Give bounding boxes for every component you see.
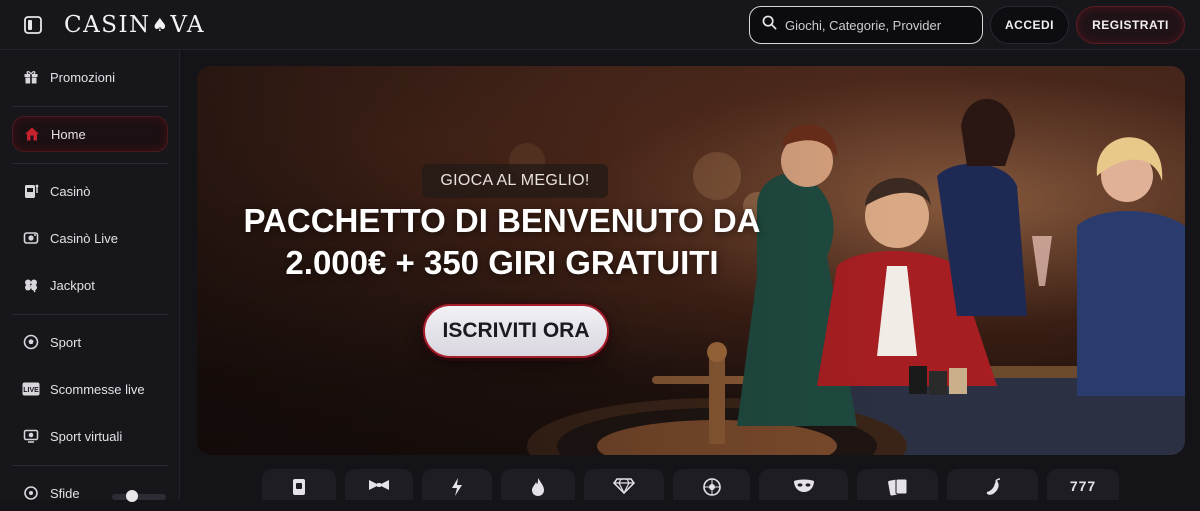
sidebar-item-jackpot[interactable]: Jackpot	[12, 267, 168, 303]
sidebar-item-home[interactable]: Home	[12, 116, 168, 152]
sidebar-scroll-toggle[interactable]	[112, 490, 166, 502]
slot-machine-icon	[22, 182, 40, 200]
login-button[interactable]: ACCEDI	[990, 6, 1069, 44]
hero-headline: PACCHETTO DI BENVENUTO DA 2.000€ + 350 G…	[197, 200, 807, 284]
category-tile-sevens[interactable]: 777	[1047, 469, 1119, 500]
pepper-icon	[984, 478, 1002, 501]
hero-headline-line1: PACCHETTO DI BENVENUTO DA	[243, 202, 761, 239]
hero-banner[interactable]: GIOCA AL MEGLIO! PACCHETTO DI BENVENUTO …	[197, 66, 1185, 455]
lightning-icon	[451, 478, 463, 501]
divider	[12, 163, 168, 164]
svg-text:LIVE: LIVE	[23, 387, 39, 394]
flame-icon	[531, 478, 545, 501]
sidebar-item-label: Sport virtuali	[50, 428, 123, 444]
search-icon	[762, 15, 777, 35]
sidebar-item-promozioni[interactable]: Promozioni	[12, 59, 168, 95]
live-casino-icon	[22, 229, 40, 247]
divider	[12, 106, 168, 107]
category-tile-mask[interactable]	[759, 469, 848, 500]
casinova-logo[interactable]: CASIN ♠ VA	[64, 11, 205, 39]
category-tile-diamond[interactable]	[584, 469, 664, 500]
sidebar-item-sport[interactable]: Sport	[12, 324, 168, 360]
sidebar-item-sfide[interactable]: Sfide	[12, 475, 168, 511]
divider	[12, 314, 168, 315]
roulette-icon	[702, 478, 721, 501]
sidebar-item-casino[interactable]: Casinò	[12, 173, 168, 209]
sidebar-item-casino-live[interactable]: Casinò Live	[12, 220, 168, 256]
category-tile-cards[interactable]	[857, 469, 938, 500]
hero-headline-line2: 2.000€ + 350 GIRI GRATUITI	[285, 244, 719, 281]
soccer-ball-icon	[22, 333, 40, 351]
category-tile-roulette[interactable]	[673, 469, 750, 500]
category-tile-flame[interactable]	[501, 469, 575, 500]
live-badge-icon: LIVE	[22, 380, 40, 398]
sidebar-toggle-icon[interactable]	[22, 14, 44, 36]
category-tile-pepper[interactable]	[947, 469, 1038, 500]
search-input[interactable]	[785, 17, 975, 33]
category-tile-book[interactable]	[262, 469, 336, 500]
signup-cta-button[interactable]: ISCRIVITI ORA	[423, 304, 609, 358]
home-icon	[23, 125, 41, 143]
hero-kicker: GIOCA AL MEGLIO!	[422, 164, 608, 198]
sidebar-item-label: Casinò Live	[50, 230, 118, 246]
sidebar-item-scommesse-live[interactable]: LIVE Scommesse live	[12, 371, 168, 407]
sidebar: Promozioni Home Casinò Casinò Live Jackp…	[0, 50, 180, 502]
sidebar-item-label: Jackpot	[50, 277, 95, 293]
challenge-icon	[22, 484, 40, 502]
register-button[interactable]: REGISTRATI	[1076, 6, 1185, 44]
category-tile-bowtie[interactable]	[345, 469, 413, 500]
mask-icon	[793, 478, 815, 499]
sidebar-item-label: Casinò	[50, 183, 91, 199]
gift-icon	[22, 68, 40, 86]
clover-icon	[22, 276, 40, 294]
sidebar-item-label: Promozioni	[50, 69, 116, 85]
top-bar: CASIN♠VA ACCEDI REGISTRATI	[0, 0, 1200, 50]
virtual-sport-icon	[22, 427, 40, 445]
search-bar[interactable]	[749, 6, 983, 44]
sidebar-item-label: Sfide	[50, 485, 80, 501]
bowtie-icon	[368, 478, 390, 497]
sidebar-item-sport-virtuali[interactable]: Sport virtuali	[12, 418, 168, 454]
sidebar-item-label: Home	[51, 126, 86, 142]
divider	[12, 465, 168, 466]
diamond-icon	[613, 478, 635, 499]
book-icon	[292, 478, 306, 501]
sevens-icon: 777	[1069, 478, 1097, 494]
cards-icon	[887, 478, 908, 501]
sidebar-item-label: Scommesse live	[50, 381, 145, 397]
category-tile-lightning[interactable]	[422, 469, 492, 500]
sidebar-item-label: Sport	[50, 334, 82, 350]
